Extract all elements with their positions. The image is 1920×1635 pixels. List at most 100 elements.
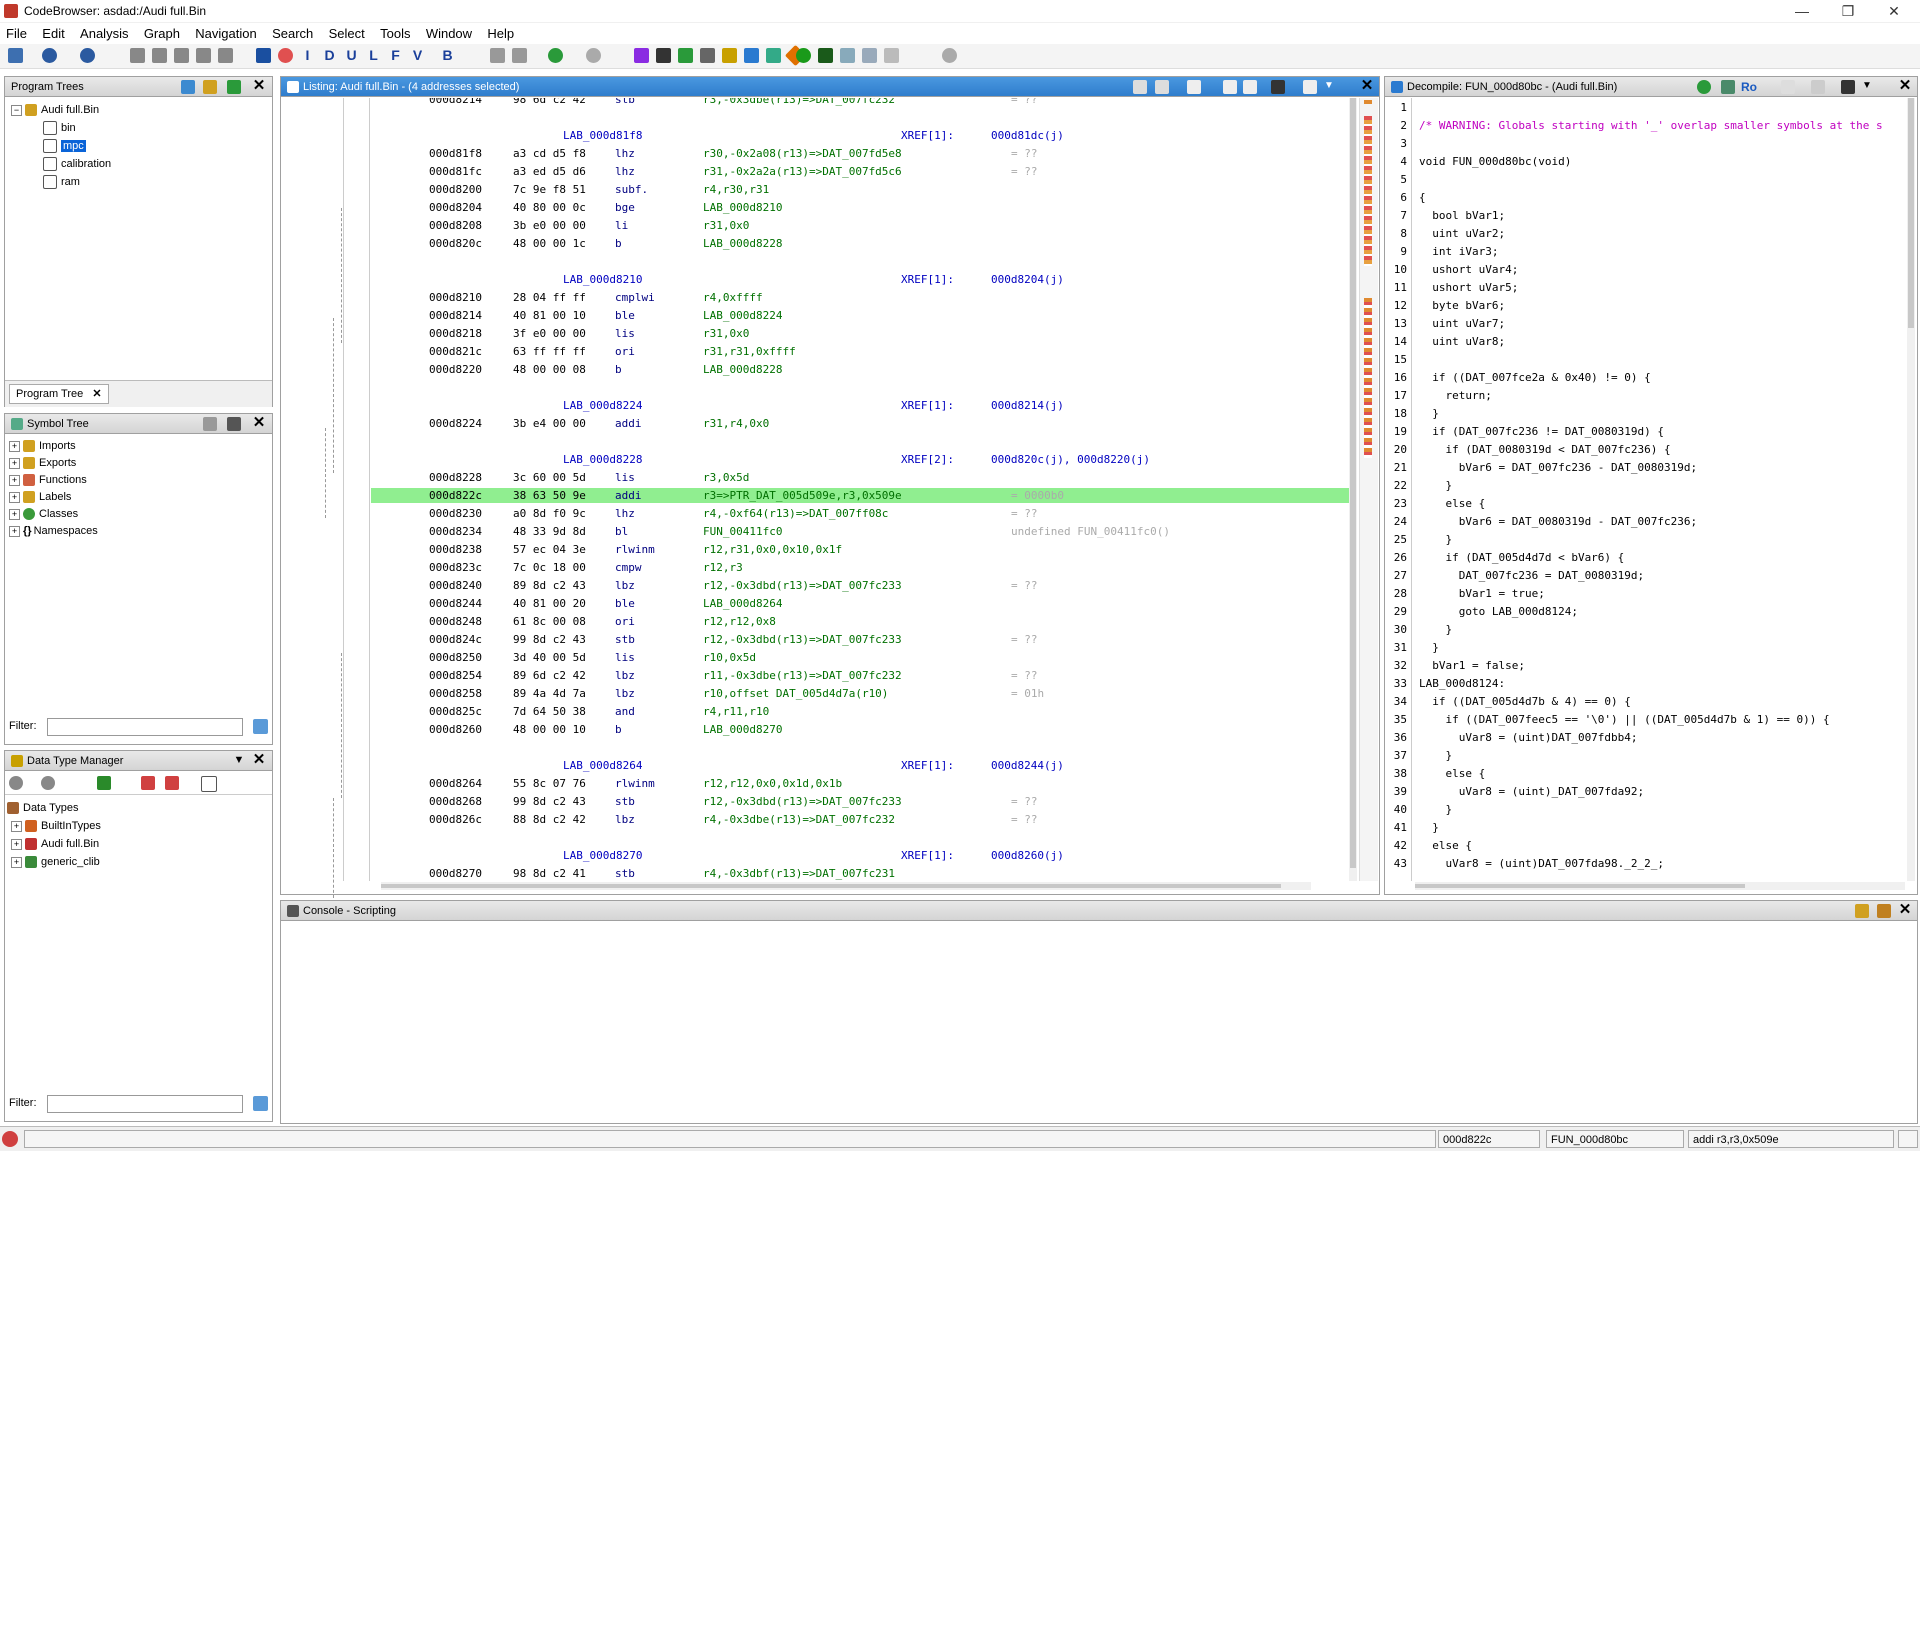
code-text[interactable]: } (1419, 641, 1439, 656)
decompile-hscroll-thumb[interactable] (1415, 884, 1745, 888)
code-line[interactable]: 29 goto LAB_000d8124; (1385, 605, 1905, 620)
address[interactable]: 000d8264 (429, 776, 482, 791)
mnemonic[interactable]: lhz (615, 506, 635, 521)
instruction-row[interactable]: 000d8258 89 4a 4d 7a lbz r10,offset DAT_005… (371, 686, 1351, 701)
mnemonic[interactable]: lis (615, 650, 635, 665)
code-line[interactable]: 31 } (1385, 641, 1905, 656)
close-symbol-tree-icon[interactable]: ✕ (251, 415, 267, 431)
operands[interactable]: r12,r12,0x8 (703, 614, 776, 629)
expand-icon[interactable]: + (9, 491, 20, 503)
mnemonic[interactable]: ble (615, 596, 635, 611)
code-line[interactable]: 1 (1385, 101, 1905, 116)
address[interactable]: 000d8220 (429, 362, 482, 377)
decompile-icon[interactable] (744, 48, 759, 63)
operands[interactable]: r11,-0x3dbe(r13)=>DAT_007fc232 (703, 668, 902, 683)
operands[interactable]: LAB_000d8224 (703, 308, 782, 323)
instruction-row[interactable]: 000d821c 63 ff ff ff ori r31,r31,0xffff (371, 344, 1351, 359)
dtm-generic-clib[interactable]: + generic_clib (7, 855, 267, 873)
label-row[interactable]: LAB_000d8228 XREF[2]: 000d820c(j), 000d822… (371, 452, 1351, 467)
operands[interactable]: r12,-0x3dbd(r13)=>DAT_007fc233 (703, 578, 902, 593)
close-window-button[interactable]: ✕ (1872, 2, 1916, 20)
operands[interactable]: r4,r11,r10 (703, 704, 769, 719)
label-name[interactable]: LAB_000d8210 (563, 272, 642, 287)
field-editor-icon[interactable] (1223, 80, 1237, 94)
code-text[interactable]: if (DAT_007fc236 != DAT_0080319d) { (1419, 425, 1664, 440)
code-text[interactable]: { (1419, 191, 1426, 206)
code-text[interactable]: if ((DAT_007fce2a & 0x40) != 0) { (1419, 371, 1651, 386)
operands[interactable]: r31,r31,0xffff (703, 344, 796, 359)
code-line[interactable]: 32 bVar1 = false; (1385, 659, 1905, 674)
mnemonic[interactable]: b (615, 362, 622, 377)
data-letter-icon[interactable]: D (322, 48, 337, 63)
code-line[interactable]: 42 else { (1385, 839, 1905, 854)
mnemonic[interactable]: li (615, 218, 628, 233)
copy-icon[interactable] (1133, 80, 1147, 94)
code-line[interactable]: 38 else { (1385, 767, 1905, 782)
mnemonic[interactable]: lis (615, 326, 635, 341)
address[interactable]: 000d8210 (429, 290, 482, 305)
menu-help[interactable]: Help (481, 24, 520, 43)
menu-graph[interactable]: Graph (138, 24, 186, 43)
code-text[interactable]: uint uVar2; (1419, 227, 1505, 242)
instruction-row[interactable]: 000d8270 98 8d c2 41 stb r4,-0x3dbf(r13)=>D… (371, 866, 1351, 881)
code-text[interactable]: uint uVar7; (1419, 317, 1505, 332)
menu-analysis[interactable]: Analysis (74, 24, 134, 43)
operands[interactable]: r3=>PTR_DAT_005d509e,r3,0x509e (703, 488, 902, 503)
code-text[interactable]: } (1419, 407, 1439, 422)
code-text[interactable]: uint uVar8; (1419, 335, 1505, 350)
instruction-row[interactable]: 000d8228 3c 60 00 5d lis r3,0x5d (371, 470, 1351, 485)
expand-icon[interactable]: + (9, 508, 20, 520)
label-name[interactable]: LAB_000d8270 (563, 848, 642, 863)
bytes-icon[interactable] (840, 48, 855, 63)
mnemonic[interactable]: cmplwi (615, 290, 655, 305)
operands[interactable]: r31,r4,0x0 (703, 416, 769, 431)
mnemonic[interactable]: lis (615, 470, 635, 485)
decompile-menu-icon[interactable]: ▼ (1859, 78, 1875, 94)
mnemonic[interactable]: stb (615, 866, 635, 881)
dtm-filter2-icon[interactable] (165, 776, 179, 790)
code-line[interactable]: 41 } (1385, 821, 1905, 836)
instruction-row[interactable]: 000d8208 3b e0 00 00 li r31,0x0 (371, 218, 1351, 233)
code-line[interactable]: 28 bVar1 = true; (1385, 587, 1905, 602)
code-text[interactable]: ushort uVar4; (1419, 263, 1518, 278)
instruction-row[interactable]: 000d8234 48 33 9d 8d bl FUN_00411fc0 undefin… (371, 524, 1351, 539)
checksum-icon[interactable] (862, 48, 877, 63)
address[interactable]: 000d820c (429, 236, 482, 251)
operands[interactable]: r4,-0x3dbf(r13)=>DAT_007fc231 (703, 866, 895, 881)
expand-icon[interactable]: + (9, 525, 20, 537)
instruction-row[interactable]: 000d8264 55 8c 07 76 rlwinm r12,r12,0x0,0x1… (371, 776, 1351, 791)
instruction-row[interactable]: 000d8224 3b e4 00 00 addi r31,r4,0x0 (371, 416, 1351, 431)
label-row[interactable]: LAB_000d8210 XREF[1]: 000d8204(j) (371, 272, 1351, 287)
cursor-icon[interactable] (1187, 80, 1201, 94)
mnemonic[interactable]: lbz (615, 812, 635, 827)
xref-refs[interactable]: 000d81dc(j) (991, 128, 1064, 143)
instruction-row[interactable]: 000d8244 40 81 00 20 ble LAB_000d8264 (371, 596, 1351, 611)
forward-arrow-icon[interactable] (80, 48, 95, 63)
code-line[interactable]: 14 uint uVar8; (1385, 335, 1905, 350)
code-line[interactable]: 39 uVar8 = (uint)_DAT_007fda92; (1385, 785, 1905, 800)
operands[interactable]: r30,-0x2a08(r13)=>DAT_007fd5e8 (703, 146, 902, 161)
address[interactable]: 000d8228 (429, 470, 482, 485)
instruction-row[interactable]: 000d8218 3f e0 00 00 lis r31,0x0 (371, 326, 1351, 341)
code-line[interactable]: 4 void FUN_000d80bc(void) (1385, 155, 1905, 170)
nav-instruction-icon[interactable] (152, 48, 167, 63)
instruction-row[interactable]: 000d822c 38 63 50 9e addi r3=>PTR_DAT_005d5… (371, 488, 1351, 503)
code-line[interactable]: 3 (1385, 137, 1905, 152)
expand-icon[interactable]: + (11, 856, 22, 868)
tab-program-tree[interactable]: Program Tree ✕ (9, 384, 109, 404)
symbol-namespaces[interactable]: +{} Namespaces (9, 524, 269, 541)
address[interactable]: 000d8270 (429, 866, 482, 881)
code-line[interactable]: 27 DAT_007fc236 = DAT_0080319d; (1385, 569, 1905, 584)
collapse-icon[interactable]: − (11, 104, 22, 116)
operands[interactable]: r4,-0x3dbe(r13)=>DAT_007fc232 (703, 812, 895, 827)
instruction-row[interactable]: 000d8214 40 81 00 10 ble LAB_000d8224 (371, 308, 1351, 323)
status-error-icon[interactable] (2, 1131, 18, 1147)
code-line[interactable]: 5 (1385, 173, 1905, 188)
instruction-row[interactable]: 000d8260 48 00 00 10 b LAB_000d8270 (371, 722, 1351, 737)
operands[interactable]: LAB_000d8264 (703, 596, 782, 611)
xref-refs[interactable]: 000d8214(j) (991, 398, 1064, 413)
code-text[interactable]: goto LAB_000d8124; (1419, 605, 1578, 620)
tree-item-bin[interactable]: bin (11, 121, 271, 136)
address[interactable]: 000d8254 (429, 668, 482, 683)
label-name[interactable]: LAB_000d81f8 (563, 128, 642, 143)
